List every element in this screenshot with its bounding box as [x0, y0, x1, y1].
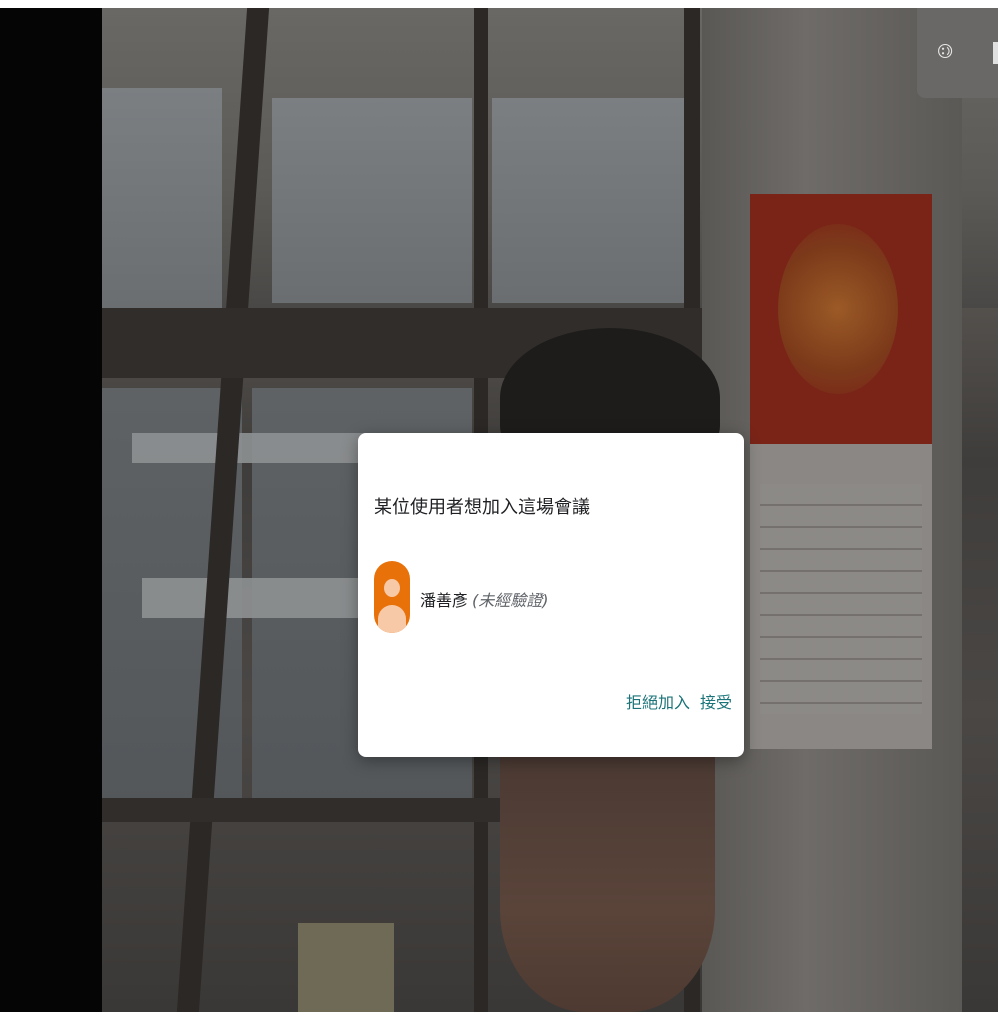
person-face	[500, 756, 715, 1012]
people-icon: ☺	[936, 42, 955, 60]
wall-calendar	[750, 194, 932, 749]
avatar-body	[378, 605, 406, 633]
dialog-title: 某位使用者想加入這場會議	[374, 497, 590, 518]
bottom-strip	[0, 1012, 998, 1017]
calendar-emblem	[778, 224, 898, 394]
join-request-dialog: 某位使用者想加入這場會議 潘善彥 (未經驗證) 拒絕加入 接受	[358, 433, 744, 757]
light-reflection	[142, 578, 392, 618]
top-strip	[0, 0, 998, 8]
window-pane	[272, 98, 472, 303]
sticky-note	[298, 923, 394, 1012]
requester-status: (未經驗證)	[472, 591, 549, 610]
light-reflection	[132, 433, 392, 463]
requester-avatar	[374, 561, 410, 633]
participants-panel-toggle[interactable]: ☺	[917, 8, 998, 98]
calendar-grid	[760, 484, 922, 714]
accept-button[interactable]: 接受	[700, 689, 732, 713]
avatar-head	[384, 579, 400, 597]
panel-edge-icon	[993, 42, 998, 64]
deny-button[interactable]: 拒絕加入	[626, 689, 690, 713]
requester-info: 潘善彥 (未經驗證)	[420, 587, 549, 611]
left-letterbox	[0, 8, 102, 1012]
window-pane	[102, 88, 222, 308]
requester-name: 潘善彥	[420, 591, 469, 610]
window-pane	[492, 98, 692, 303]
